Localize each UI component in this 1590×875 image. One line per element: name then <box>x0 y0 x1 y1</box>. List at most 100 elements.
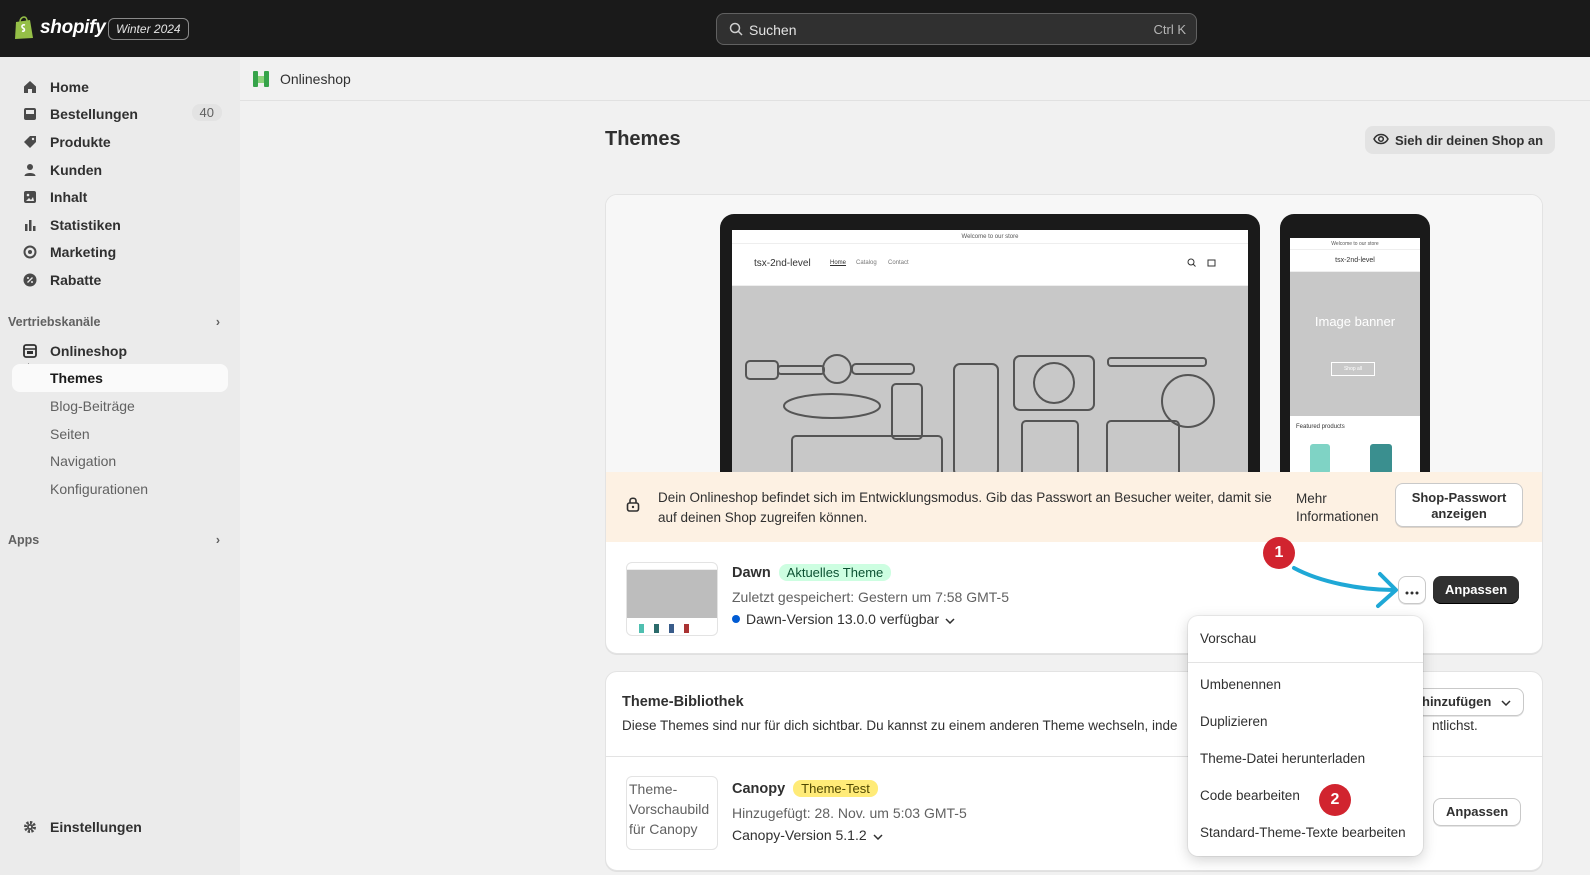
apps-heading[interactable]: Apps › <box>8 533 220 547</box>
canopy-added: Hinzugefügt: 28. Nov. um 5:03 GMT-5 <box>732 805 967 821</box>
menu-item-download-theme[interactable]: Theme-Datei herunterladen <box>1200 751 1365 766</box>
theme-library-description-tail: ntlichst. <box>1432 718 1478 733</box>
sidebar-item-online-store[interactable]: Onlineshop <box>12 337 228 365</box>
sidebar-item-label: Inhalt <box>50 189 88 205</box>
menu-item-edit-default-texts[interactable]: Standard-Theme-Texte bearbeiten <box>1200 825 1406 840</box>
sidebar: Home Bestellungen 40 Produkte Kunden Inh… <box>0 57 240 875</box>
current-theme-version-label: Dawn-Version 13.0.0 verfügbar <box>746 611 939 627</box>
canopy-title-row: Canopy Theme-Test <box>732 780 878 797</box>
sidebar-item-label: Statistiken <box>50 217 121 233</box>
mobile-banner-title: Image banner <box>1314 314 1396 329</box>
sidebar-item-analytics[interactable]: Statistiken <box>12 211 228 239</box>
chevron-right-icon: › <box>215 533 220 547</box>
mobile-announcement: Welcome to our store <box>1290 238 1420 250</box>
sidebar-item-label: Themes <box>50 370 103 386</box>
person-icon <box>22 162 38 178</box>
pointer-arrow-icon <box>1292 566 1398 608</box>
sidebar-item-label: Blog-Beiträge <box>50 398 135 414</box>
view-shop-label: Sieh dir deinen Shop an <box>1395 132 1544 148</box>
canopy-version-label: Canopy-Version 5.1.2 <box>732 827 867 843</box>
image-icon <box>22 189 38 205</box>
sidebar-item-label: Einstellungen <box>50 819 142 835</box>
dawn-theme-thumbnail <box>626 562 718 636</box>
sidebar-item-marketing[interactable]: Marketing <box>12 238 228 266</box>
canopy-theme-thumbnail: Theme-Vorschaubild für Canopy <box>626 776 718 850</box>
mobile-preview: Welcome to our store tsx-2nd-level Image… <box>1280 214 1430 476</box>
sidebar-item-content[interactable]: Inhalt <box>12 183 228 211</box>
mobile-store-name: tsx-2nd-level <box>1290 250 1420 272</box>
preview-nav-contact: Contact <box>888 260 909 266</box>
search-shortcut: Ctrl K <box>1153 22 1187 37</box>
desktop-preview-screen: Welcome to our store tsx-2nd-level Home … <box>732 230 1248 476</box>
chevron-down-icon <box>945 611 955 627</box>
sidebar-item-preferences[interactable]: Konfigurationen <box>12 475 228 503</box>
sidebar-item-label: Kunden <box>50 162 103 178</box>
sidebar-item-label: Onlineshop <box>50 343 127 359</box>
canopy-thumbnail-alt: Theme-Vorschaubild für Canopy <box>629 781 710 837</box>
add-theme-dropdown[interactable]: hinzufügen <box>1416 688 1524 716</box>
menu-divider <box>1188 662 1423 663</box>
canopy-version[interactable]: Canopy-Version 5.1.2 <box>732 827 883 843</box>
sidebar-item-customers[interactable]: Kunden <box>12 156 228 184</box>
sidebar-item-orders[interactable]: Bestellungen 40 <box>12 100 228 128</box>
theme-library-description-text: Diese Themes sind nur für dich sichtbar.… <box>622 718 1178 733</box>
chevron-down-icon <box>1501 694 1511 709</box>
mobile-product-thumb <box>1310 444 1330 474</box>
current-theme-version[interactable]: Dawn-Version 13.0.0 verfügbar <box>732 611 955 627</box>
menu-item-rename[interactable]: Umbenennen <box>1200 677 1281 692</box>
sidebar-item-label: Konfigurationen <box>50 481 149 497</box>
search-icon <box>729 22 743 39</box>
show-password-button[interactable]: Shop-Passwort anzeigen <box>1395 483 1523 527</box>
mobile-featured-heading: Featured products <box>1296 424 1345 430</box>
view-shop-button[interactable]: Sieh dir deinen Shop an <box>1365 126 1556 154</box>
preview-search-icon <box>1187 258 1196 269</box>
mobile-shop-all-button: Shop all <box>1331 362 1375 376</box>
menu-item-duplicate[interactable]: Duplizieren <box>1200 714 1268 729</box>
sidebar-item-discounts[interactable]: Rabatte <box>12 266 228 294</box>
shopify-logo[interactable]: shopify <box>14 16 106 40</box>
sidebar-item-settings[interactable]: Einstellungen <box>12 813 228 841</box>
canopy-customize-button[interactable]: Anpassen <box>1433 798 1522 826</box>
current-theme-saved: Zuletzt gespeichert: Gestern um 7:58 GMT… <box>732 589 1010 605</box>
search-input[interactable]: Suchen Ctrl K <box>716 13 1197 45</box>
preview-header: tsx-2nd-level Home Catalog Contact <box>732 244 1248 286</box>
breadcrumb: Onlineshop <box>240 57 1590 101</box>
sidebar-item-label: Home <box>50 79 89 95</box>
canopy-theme-badge: Theme-Test <box>793 780 878 797</box>
current-theme-badge: Aktuelles Theme <box>778 564 892 581</box>
update-dot-icon <box>732 615 740 623</box>
preview-store-name: tsx-2nd-level <box>754 258 811 269</box>
breadcrumb-label[interactable]: Onlineshop <box>280 71 351 87</box>
sidebar-item-blog-posts[interactable]: Blog-Beiträge <box>12 392 228 420</box>
discount-icon <box>22 272 38 288</box>
sidebar-item-themes[interactable]: Themes <box>12 364 228 392</box>
sales-channels-heading[interactable]: Vertriebskanäle › <box>8 315 220 329</box>
more-info-link[interactable]: Mehr Informationen <box>1296 490 1386 526</box>
bar-chart-icon <box>22 217 38 233</box>
top-bar: shopify Winter 2024 Suchen Ctrl K <box>0 0 1590 57</box>
sidebar-item-label: Produkte <box>50 134 111 150</box>
sidebar-item-label: Marketing <box>50 244 117 260</box>
sidebar-item-navigation[interactable]: Navigation <box>12 447 228 475</box>
add-theme-label: hinzufügen <box>1422 694 1492 709</box>
sidebar-item-label: Bestellungen <box>50 106 138 122</box>
theme-actions-menu: Vorschau Umbenennen Duplizieren Theme-Da… <box>1188 616 1423 856</box>
sidebar-item-home[interactable]: Home <box>12 73 228 101</box>
sidebar-item-pages[interactable]: Seiten <box>12 420 228 448</box>
customize-button[interactable]: Anpassen <box>1433 576 1520 604</box>
dev-mode-notice: Dein Onlineshop befindet sich im Entwick… <box>606 472 1542 542</box>
lock-icon <box>626 496 640 515</box>
sales-channels-label: Vertriebskanäle <box>8 315 101 329</box>
page-title: Themes <box>605 128 681 150</box>
store-icon <box>22 343 38 359</box>
menu-item-preview[interactable]: Vorschau <box>1200 631 1256 646</box>
menu-item-edit-code[interactable]: Code bearbeiten <box>1200 788 1300 803</box>
preview-nav-home: Home <box>830 260 847 266</box>
mobile-banner: Image banner Shop all <box>1290 272 1420 416</box>
canopy-theme-name: Canopy <box>732 781 786 797</box>
chevron-down-icon <box>873 827 883 843</box>
home-icon <box>22 79 38 95</box>
preview-nav-catalog: Catalog <box>856 260 877 266</box>
sidebar-item-products[interactable]: Produkte <box>12 128 228 156</box>
preview-cart-icon <box>1207 258 1216 269</box>
